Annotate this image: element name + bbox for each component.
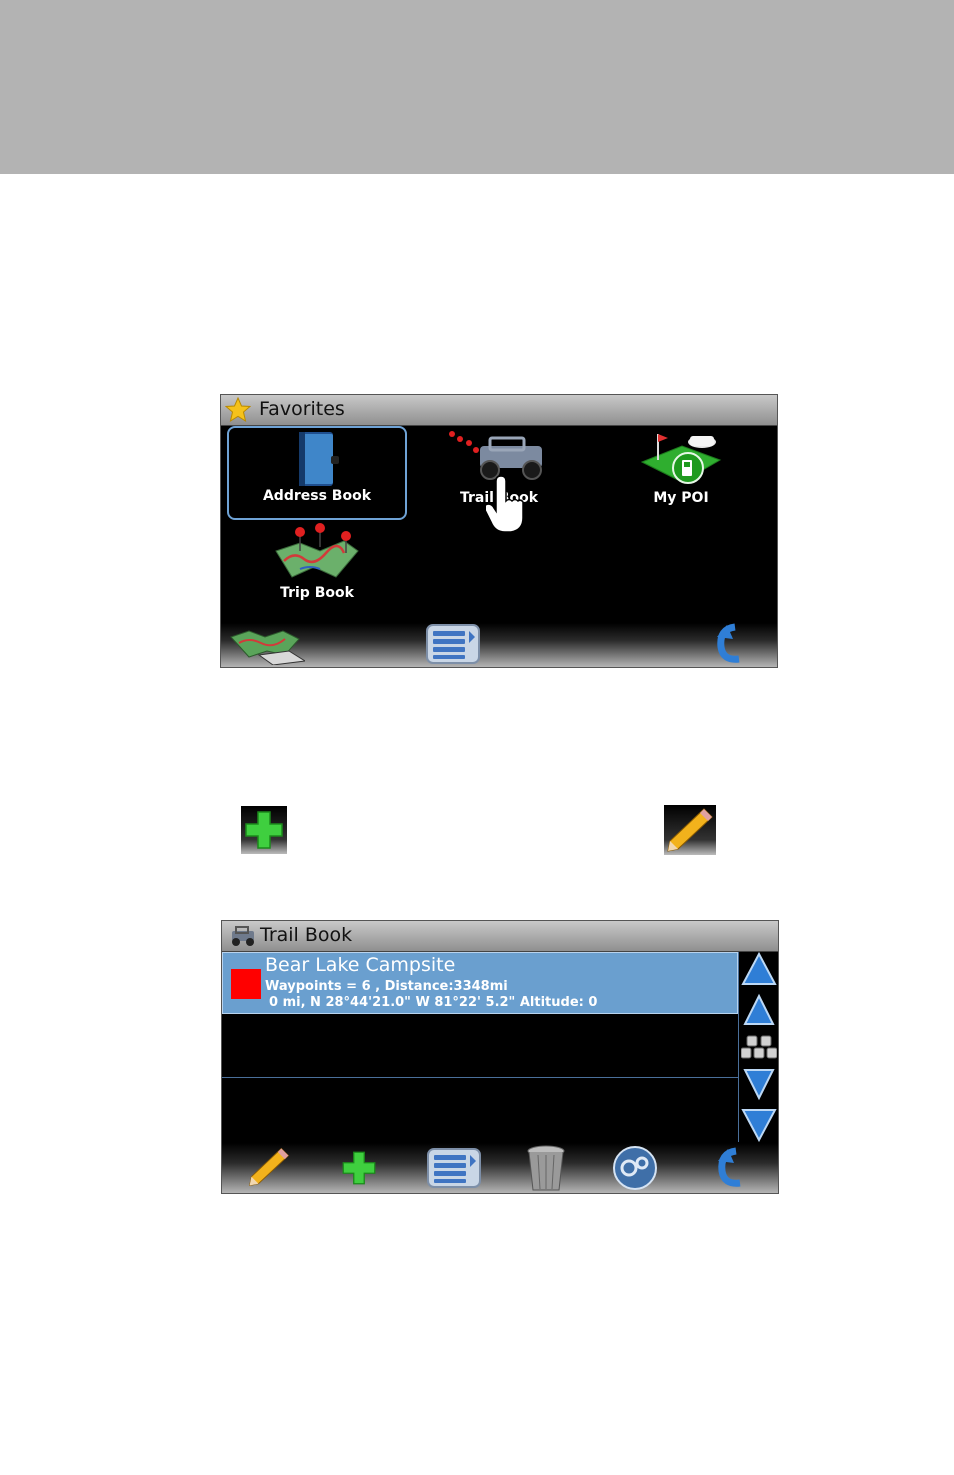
trail-book-titlebar: Trail Book: [222, 921, 778, 952]
jeep-icon: [232, 926, 254, 946]
trash-icon[interactable]: [524, 1145, 568, 1193]
tile-my-poi[interactable]: My POI: [591, 426, 771, 520]
favorites-title: Favorites: [259, 398, 345, 420]
trail-book-toolbar: [222, 1143, 778, 1193]
star-icon: [225, 397, 251, 423]
back-arrow-icon[interactable]: [711, 623, 751, 665]
tile-label: Trip Book: [280, 585, 354, 601]
trip-map-icon: [275, 523, 359, 578]
top-banner: [0, 0, 954, 174]
tile-label: My POI: [653, 490, 709, 506]
list-item-empty[interactable]: [222, 1014, 738, 1078]
page-up-icon[interactable]: [741, 952, 777, 988]
page-down-icon[interactable]: [741, 1106, 777, 1142]
trail-book-screen: Trail Book Bear Lake Campsite Waypoints …: [221, 920, 779, 1194]
add-plus-icon[interactable]: [338, 1147, 380, 1189]
poi-icon: [640, 434, 722, 484]
list-item[interactable]: Bear Lake Campsite Waypoints = 6 , Dista…: [222, 952, 738, 1014]
list-menu-icon[interactable]: [426, 1147, 482, 1189]
hand-cursor-icon: [486, 475, 524, 533]
trail-summary: Waypoints = 6 , Distance:3348mi: [265, 979, 508, 994]
favorites-toolbar: [221, 623, 777, 667]
trail-book-title: Trail Book: [260, 924, 353, 946]
address-book-icon: [299, 432, 339, 486]
trail-name: Bear Lake Campsite: [265, 954, 456, 976]
favorites-screen: Favorites Address Book Trail Book My POI…: [220, 394, 778, 668]
edit-pencil-icon: [664, 805, 716, 855]
settings-gears-icon[interactable]: [612, 1145, 658, 1191]
map-icon[interactable]: [229, 625, 305, 665]
favorites-titlebar: Favorites: [221, 395, 777, 426]
tile-trip-book[interactable]: Trip Book: [227, 521, 407, 615]
trail-color-swatch: [231, 969, 261, 999]
tile-address-book[interactable]: Address Book: [227, 426, 407, 520]
line-down-icon[interactable]: [741, 1066, 777, 1102]
edit-pencil-icon[interactable]: [244, 1145, 294, 1189]
scroll-controls: [738, 952, 778, 1142]
back-arrow-icon[interactable]: [712, 1147, 752, 1189]
tile-label: Address Book: [262, 488, 372, 504]
line-up-icon[interactable]: [741, 992, 777, 1028]
add-plus-icon: [241, 806, 287, 854]
keyboard-icon[interactable]: [741, 1034, 777, 1062]
trail-list: Bear Lake Campsite Waypoints = 6 , Dista…: [222, 952, 738, 1142]
list-item-empty[interactable]: [222, 1078, 738, 1142]
trail-coordinates: 0 mi, N 28°44'21.0" W 81°22' 5.2" Altitu…: [269, 995, 598, 1010]
list-menu-icon[interactable]: [425, 623, 481, 665]
